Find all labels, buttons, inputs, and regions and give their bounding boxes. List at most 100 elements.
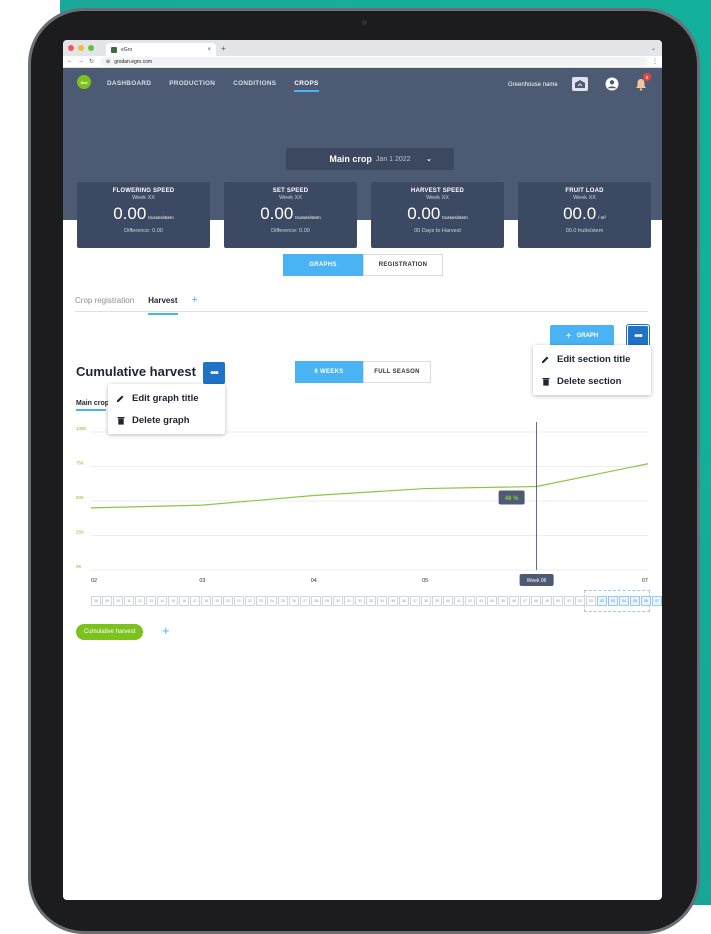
week-cell[interactable]: 29: [322, 596, 332, 606]
week-cell[interactable]: 43: [476, 596, 486, 606]
minimize-window-button[interactable]: [78, 45, 84, 51]
address-bar: ← → ↻ ⊘ grodan.egro.com ⋮: [63, 56, 662, 68]
pencil-icon: [541, 355, 550, 364]
browser-tab[interactable]: eGro ×: [106, 43, 216, 56]
crop-select-dropdown[interactable]: Main crop Jan 1 2022 ⌄: [286, 148, 454, 170]
week-cell[interactable]: 22: [245, 596, 255, 606]
url-field[interactable]: ⊘ grodan.egro.com: [100, 57, 648, 66]
week-cell[interactable]: 51: [564, 596, 574, 606]
greenhouse-name[interactable]: Greenhouse name: [508, 82, 558, 88]
week-cell[interactable]: 05: [630, 596, 640, 606]
week-cell[interactable]: 30: [333, 596, 343, 606]
close-window-button[interactable]: [68, 45, 74, 51]
week-cell[interactable]: 28: [311, 596, 321, 606]
week-cell[interactable]: 11: [124, 596, 134, 606]
week-cell[interactable]: 08: [91, 596, 101, 606]
maximize-window-button[interactable]: [88, 45, 94, 51]
week-cell[interactable]: 41: [454, 596, 464, 606]
week-cell[interactable]: 15: [168, 596, 178, 606]
week-cell[interactable]: 52: [575, 596, 585, 606]
browser-menu-icon[interactable]: ⋮: [652, 58, 658, 65]
week-cell[interactable]: 27: [300, 596, 310, 606]
kpi-subtext: Difference: 0.00: [271, 228, 310, 234]
add-section-button[interactable]: +: [192, 295, 198, 311]
tab-harvest[interactable]: Harvest: [148, 296, 178, 315]
add-graph-button[interactable]: + GRAPH: [550, 325, 614, 347]
week-cell[interactable]: 48: [531, 596, 541, 606]
kpi-value: 00.0: [563, 204, 597, 223]
week-cell[interactable]: 42: [465, 596, 475, 606]
graph-more-button[interactable]: •••: [203, 362, 225, 384]
week-cell[interactable]: 50: [553, 596, 563, 606]
range-6-weeks[interactable]: 6 WEEKS: [295, 361, 363, 383]
week-cell[interactable]: 21: [234, 596, 244, 606]
series-chip-cumulative-harvest[interactable]: Cumulative harvest: [76, 624, 144, 640]
week-cell[interactable]: 36: [399, 596, 409, 606]
week-cell[interactable]: 25: [278, 596, 288, 606]
legend-tab-main-crop[interactable]: Main crop: [76, 400, 109, 411]
week-cell[interactable]: 26: [289, 596, 299, 606]
week-cell[interactable]: 10: [113, 596, 123, 606]
week-cell[interactable]: 44: [487, 596, 497, 606]
week-cell[interactable]: 47: [520, 596, 530, 606]
nav-dashboard[interactable]: DASHBOARD: [107, 80, 151, 87]
logo-text: Gro: [80, 79, 88, 85]
week-cell[interactable]: 37: [410, 596, 420, 606]
reload-icon[interactable]: ↻: [89, 58, 94, 65]
week-cell[interactable]: 39: [432, 596, 442, 606]
notifications-bell-icon[interactable]: 8: [633, 73, 651, 91]
week-cell[interactable]: 09: [102, 596, 112, 606]
week-cell[interactable]: 23: [256, 596, 266, 606]
week-cell[interactable]: 32: [355, 596, 365, 606]
week-cell[interactable]: 18: [201, 596, 211, 606]
week-cell[interactable]: 33: [366, 596, 376, 606]
nav-production[interactable]: PRODUCTION: [169, 80, 215, 87]
week-cell[interactable]: 40: [443, 596, 453, 606]
week-cell[interactable]: 49: [542, 596, 552, 606]
tab-list-chevron-icon[interactable]: ⌄: [651, 45, 656, 52]
week-cell[interactable]: 02: [597, 596, 607, 606]
week-cell[interactable]: 17: [190, 596, 200, 606]
kpi-value: 0.00: [260, 204, 294, 223]
menu-edit-section-title[interactable]: Edit section title: [533, 348, 651, 370]
new-tab-button[interactable]: +: [221, 44, 226, 53]
section-more-button[interactable]: •••: [626, 324, 650, 348]
week-cell[interactable]: 45: [498, 596, 508, 606]
week-cell[interactable]: 13: [146, 596, 156, 606]
week-cell[interactable]: 38: [421, 596, 431, 606]
week-cell[interactable]: 20: [223, 596, 233, 606]
week-cell[interactable]: 03: [608, 596, 618, 606]
week-cell[interactable]: 53: [586, 596, 596, 606]
tab-graphs[interactable]: GRAPHS: [283, 254, 363, 276]
week-cell[interactable]: 12: [135, 596, 145, 606]
week-cell[interactable]: 07: [652, 596, 662, 606]
x-tick-label: 02: [91, 578, 97, 584]
menu-edit-graph-title[interactable]: Edit graph title: [108, 387, 225, 409]
week-cell[interactable]: 31: [344, 596, 354, 606]
site-info-icon[interactable]: ⊘: [106, 59, 110, 65]
week-cell[interactable]: 06: [641, 596, 651, 606]
menu-delete-graph[interactable]: Delete graph: [108, 409, 225, 431]
menu-delete-section[interactable]: Delete section: [533, 370, 651, 392]
week-cell[interactable]: 24: [267, 596, 277, 606]
nav-conditions[interactable]: CONDITIONS: [233, 80, 276, 87]
add-series-button[interactable]: +: [162, 624, 170, 638]
tab-close-icon[interactable]: ×: [207, 47, 211, 53]
week-cell[interactable]: 04: [619, 596, 629, 606]
graph-menu: Edit graph title Delete graph: [108, 384, 225, 434]
tab-crop-registration[interactable]: Crop registration: [75, 296, 134, 311]
greenhouse-icon[interactable]: [572, 77, 588, 91]
back-arrow-icon[interactable]: ←: [67, 58, 73, 65]
week-cell[interactable]: 16: [179, 596, 189, 606]
tab-registration[interactable]: REGISTRATION: [363, 254, 443, 276]
egro-logo[interactable]: Gro: [77, 75, 91, 89]
forward-arrow-icon[interactable]: →: [78, 58, 84, 65]
week-cell[interactable]: 34: [377, 596, 387, 606]
week-cell[interactable]: 46: [509, 596, 519, 606]
week-cell[interactable]: 14: [157, 596, 167, 606]
nav-crops[interactable]: CROPS: [294, 80, 319, 92]
week-cell[interactable]: 19: [212, 596, 222, 606]
week-cell[interactable]: 35: [388, 596, 398, 606]
user-account-icon[interactable]: [604, 77, 620, 91]
range-full-season[interactable]: FULL SEASON: [363, 361, 431, 383]
